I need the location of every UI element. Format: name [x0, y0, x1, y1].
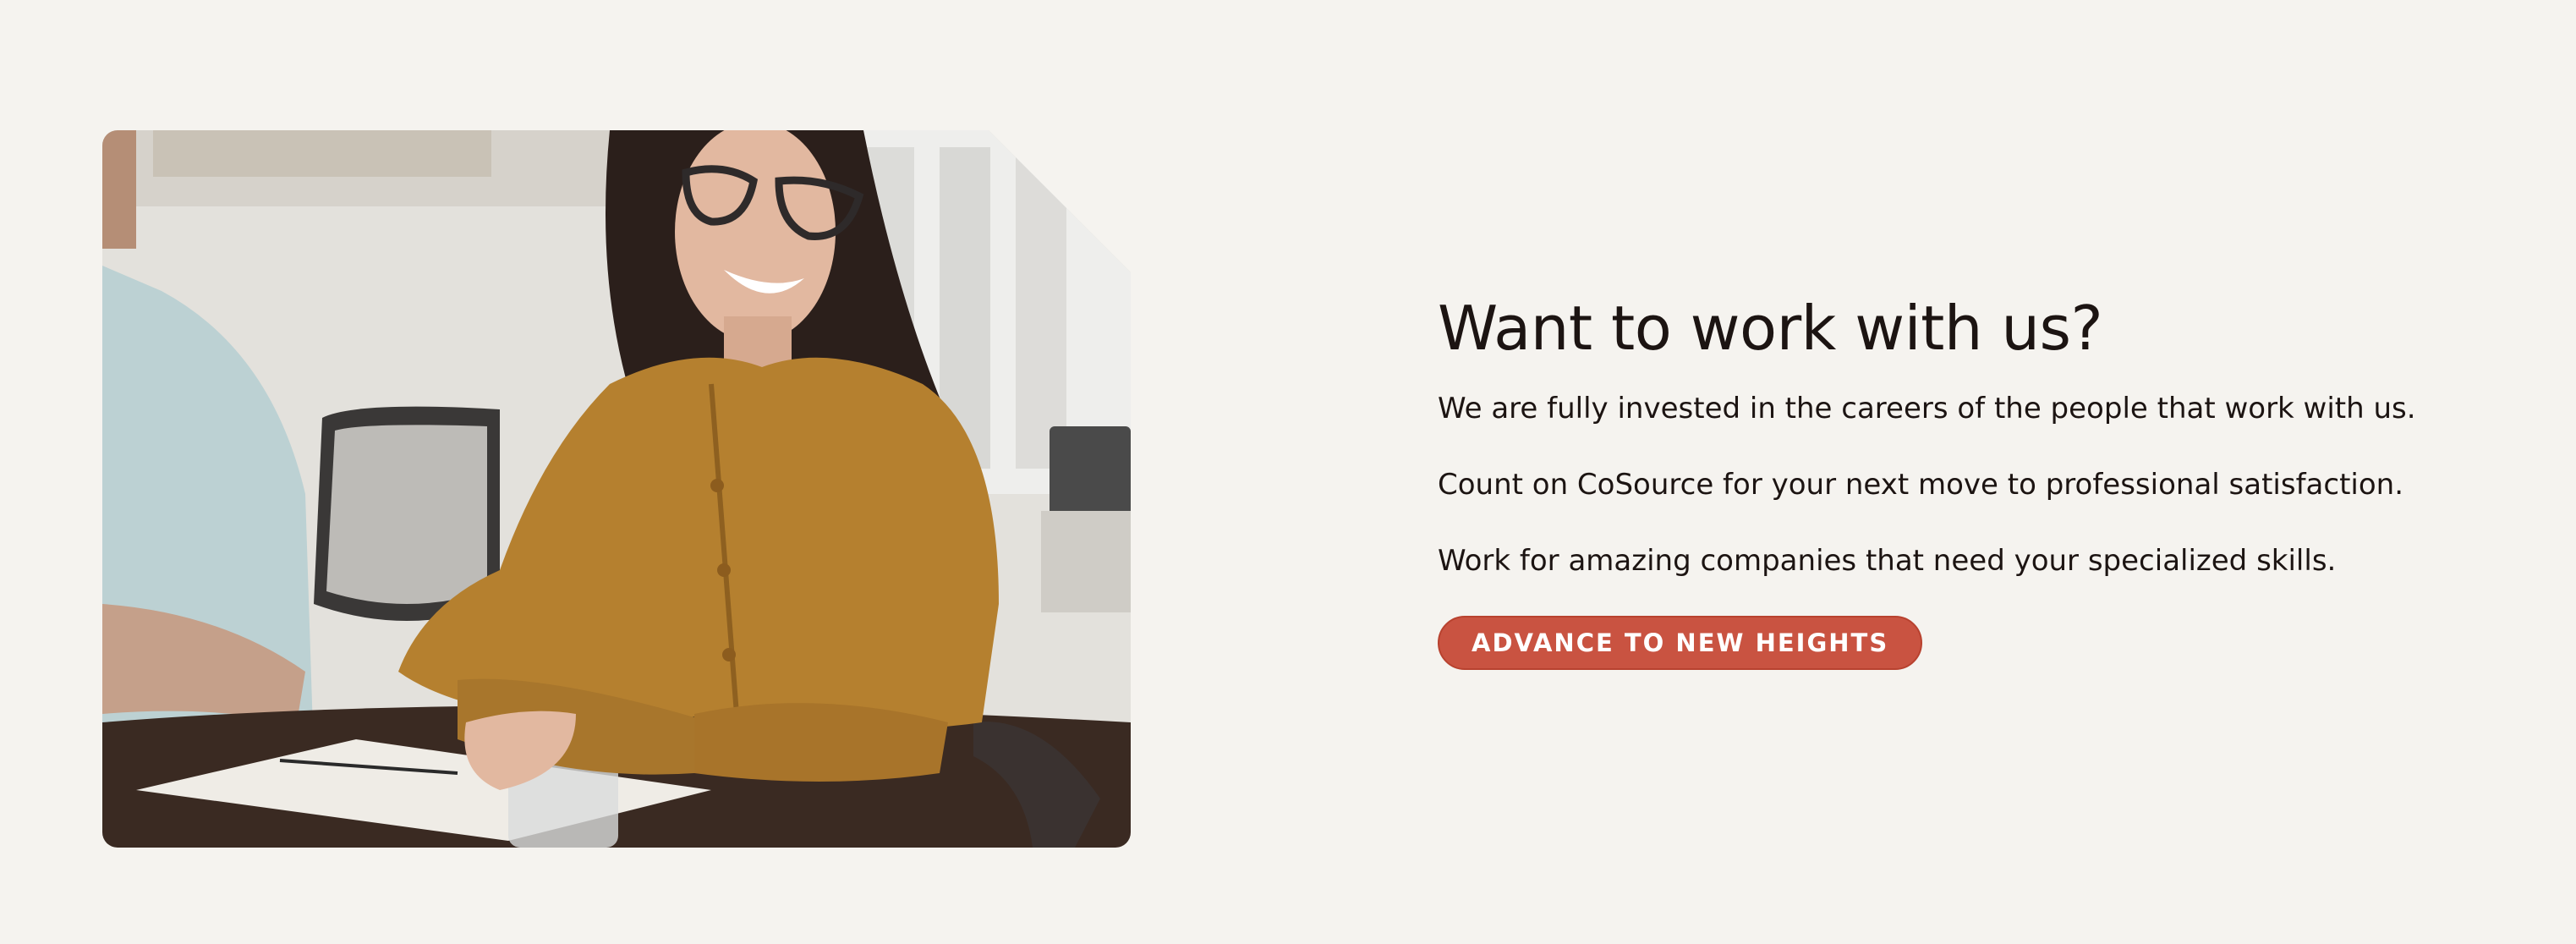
paragraph-careers: We are fully invested in the careers of … [1438, 392, 2416, 425]
office-photo-illustration [102, 130, 1131, 848]
advance-cta-button[interactable]: ADVANCE TO NEW HEIGHTS [1438, 616, 1923, 670]
paragraph-companies: Work for amazing companies that need you… [1438, 544, 2337, 578]
careers-content: Want to work with us? We are fully inves… [1438, 288, 2453, 670]
paragraph-cosource: Count on CoSource for your next move to … [1438, 468, 2404, 502]
section-heading: Want to work with us? [1438, 293, 2103, 364]
careers-section: Want to work with us? We are fully inves… [0, 0, 2576, 944]
hero-photo [102, 130, 1131, 848]
